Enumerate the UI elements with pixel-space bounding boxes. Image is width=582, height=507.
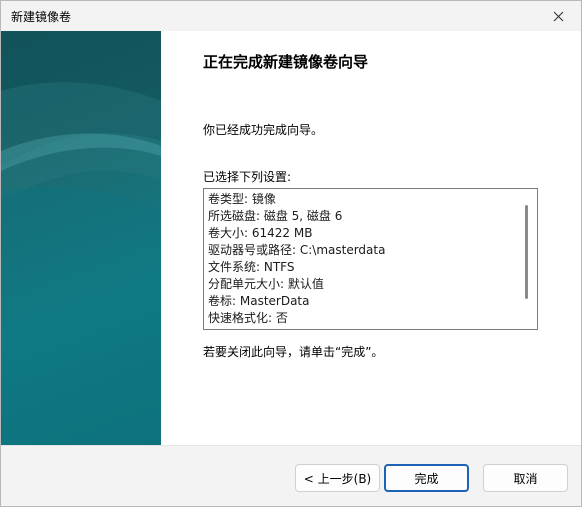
- close-icon: [553, 11, 563, 21]
- back-button[interactable]: < 上一步(B): [295, 464, 380, 492]
- wizard-side-banner: [1, 31, 161, 445]
- wizard-content: 正在完成新建镜像卷向导 你已经成功完成向导。 已选择下列设置: 卷类型: 镜像 …: [161, 31, 581, 445]
- setting-drive-path: 驱动器号或路径: C:\masterdata: [208, 243, 386, 257]
- setting-volume-size: 卷大小: 61422 MB: [208, 226, 313, 240]
- setting-selected-disks: 所选磁盘: 磁盘 5, 磁盘 6: [208, 209, 343, 223]
- close-hint: 若要关闭此向导，请单击“完成”。: [203, 345, 384, 359]
- setting-allocation-unit: 分配单元大小: 默认值: [208, 277, 324, 291]
- setting-volume-label: 卷标: MasterData: [208, 294, 310, 308]
- title-bar: 新建镜像卷: [1, 1, 581, 31]
- finish-button[interactable]: 完成: [384, 464, 469, 492]
- setting-volume-type: 卷类型: 镜像: [208, 192, 276, 206]
- close-button[interactable]: [535, 1, 581, 31]
- window-title: 新建镜像卷: [11, 10, 72, 24]
- button-bar: < 上一步(B) 完成 取消: [1, 445, 581, 506]
- page-title: 正在完成新建镜像卷向导: [203, 53, 369, 71]
- settings-summary-list[interactable]: 卷类型: 镜像 所选磁盘: 磁盘 5, 磁盘 6 卷大小: 61422 MB 驱…: [203, 188, 538, 330]
- success-message: 你已经成功完成向导。: [203, 123, 324, 137]
- setting-file-system: 文件系统: NTFS: [208, 260, 295, 274]
- wizard-window: 新建镜像卷 正在完成新建镜像卷向导 你已经成功完成向导。 已选择下列设置: 卷类…: [0, 0, 582, 507]
- settings-label: 已选择下列设置:: [203, 170, 292, 184]
- cancel-button[interactable]: 取消: [483, 464, 568, 492]
- banner-graphic: [1, 31, 161, 445]
- scrollbar-thumb[interactable]: [525, 205, 528, 299]
- setting-quick-format: 快速格式化: 否: [208, 311, 288, 325]
